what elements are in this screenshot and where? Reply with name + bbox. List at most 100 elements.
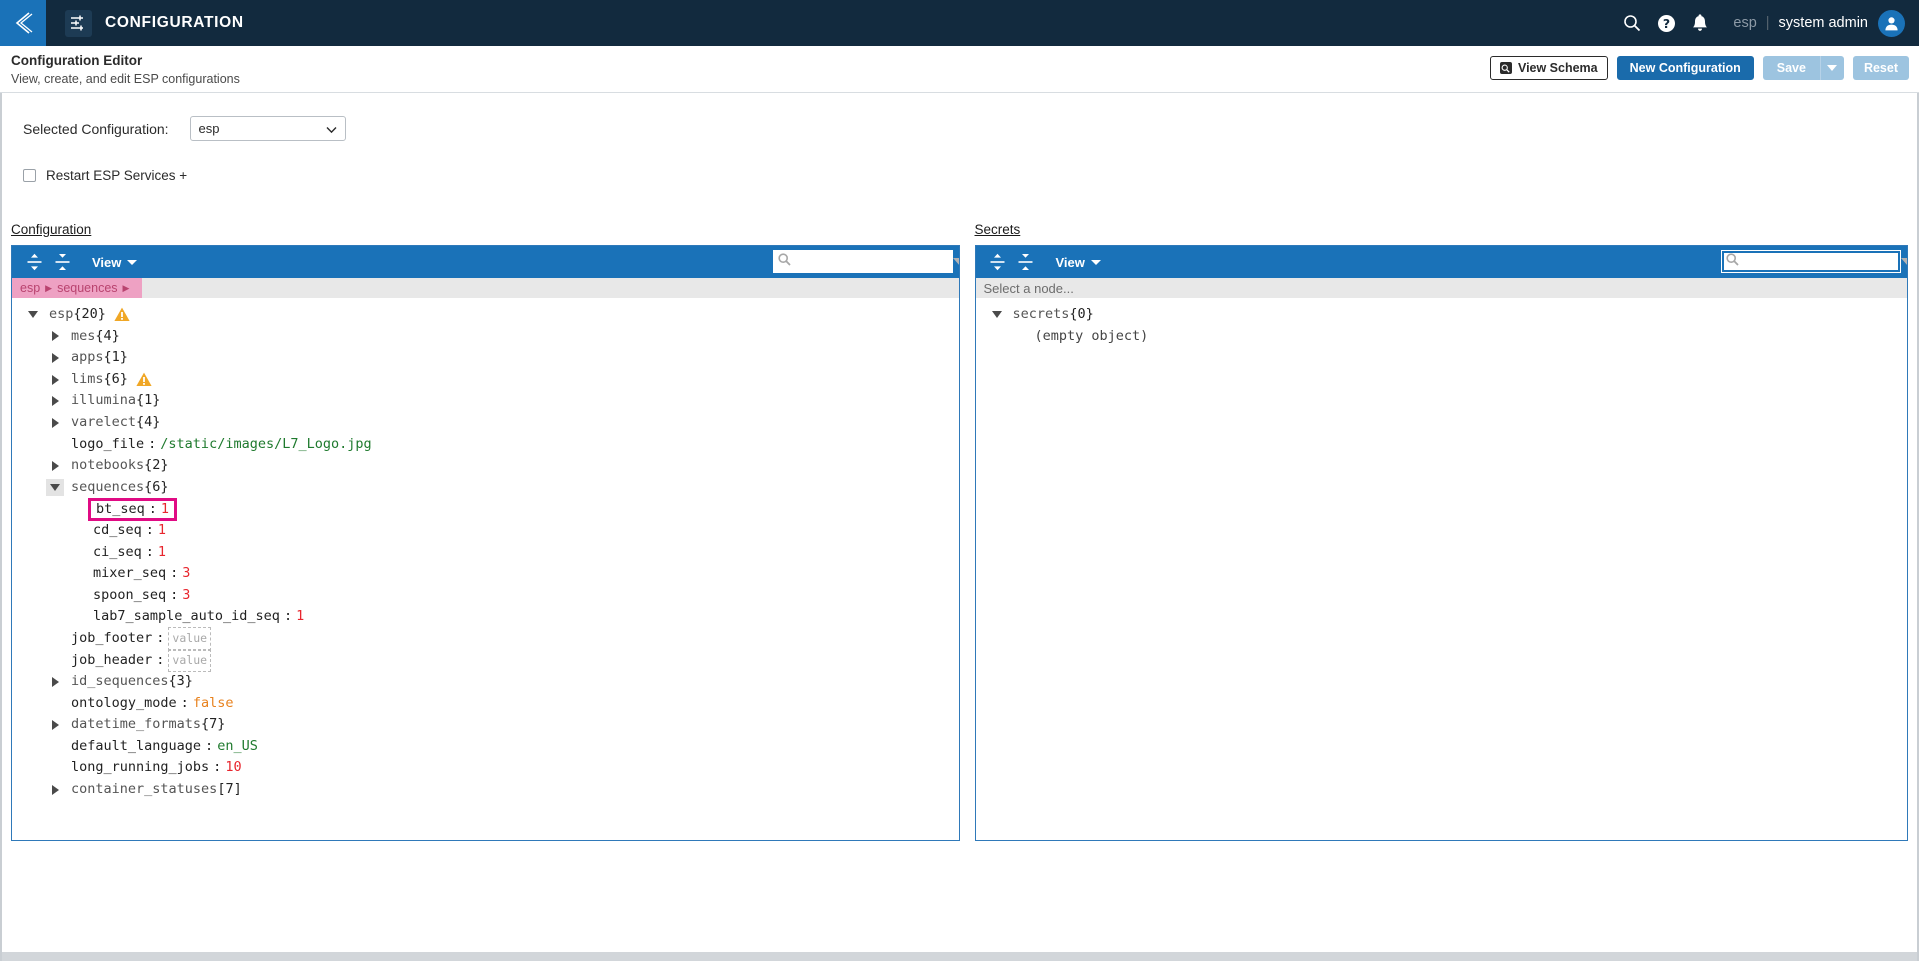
tree-expand-toggle[interactable]	[51, 417, 59, 428]
tree-node[interactable]: container_statuses [7]	[12, 779, 959, 801]
tree-node-value[interactable]: 3	[182, 563, 190, 585]
tree-collapse-toggle[interactable]	[28, 311, 38, 319]
tree-collapse-toggle[interactable]	[50, 484, 60, 492]
back-button[interactable]	[0, 0, 46, 46]
chevron-right-icon[interactable]	[46, 460, 64, 471]
tree-node-content[interactable]: (empty object)	[1035, 326, 1149, 348]
tree-node-value[interactable]: 3	[182, 585, 190, 607]
expand-all-icon[interactable]	[20, 249, 48, 275]
user-avatar-icon[interactable]	[1878, 9, 1905, 37]
restart-services-checkbox[interactable]	[23, 169, 36, 182]
tree-node-content[interactable]: apps {1}	[71, 347, 128, 369]
chevron-down-icon[interactable]	[46, 479, 64, 497]
view-schema-button[interactable]: View Schema	[1489, 56, 1608, 80]
tree-node-content[interactable]: spoon_seq:3	[93, 585, 190, 607]
tree-node[interactable]: sequences {6}	[12, 477, 959, 499]
tree-node-content[interactable]: sequences {6}	[71, 477, 169, 499]
user-name[interactable]: system admin	[1779, 15, 1868, 31]
tree-node-value[interactable]: value	[168, 626, 212, 651]
tree-node-content[interactable]: datetime_formats {7}	[71, 714, 225, 736]
configuration-search-input[interactable]	[793, 253, 953, 270]
restart-services-label[interactable]: Restart ESP Services +	[46, 168, 187, 183]
breadcrumb-item-esp[interactable]: esp	[20, 281, 40, 295]
chevron-right-icon[interactable]	[46, 784, 64, 795]
tree-collapse-toggle[interactable]	[991, 311, 1002, 319]
tree-node-value[interactable]: 1	[158, 542, 166, 564]
tree-expand-toggle[interactable]	[51, 352, 59, 363]
tree-node[interactable]: (empty object)	[976, 326, 1908, 348]
tree-expand-toggle[interactable]	[51, 720, 59, 731]
tree-expand-toggle[interactable]	[51, 374, 59, 385]
reset-button[interactable]: Reset	[1852, 56, 1909, 80]
tree-node[interactable]: lims {6}	[12, 369, 959, 391]
horizontal-scrollbar[interactable]	[2, 952, 1917, 961]
tree-expand-toggle[interactable]	[51, 676, 59, 687]
triangle-down-icon[interactable]	[952, 257, 959, 266]
tree-node-content[interactable]: bt_seq:1	[88, 497, 178, 521]
tree-node-value[interactable]: en_US	[217, 736, 258, 758]
chevron-right-icon[interactable]	[46, 720, 64, 731]
tree-node-content[interactable]: lab7_sample_auto_id_seq:1	[93, 606, 304, 628]
tree-node-content[interactable]: cd_seq:1	[93, 520, 166, 542]
triangle-down-icon[interactable]	[1901, 257, 1908, 266]
chevron-right-icon[interactable]	[46, 396, 64, 407]
chevron-down-icon[interactable]	[988, 311, 1006, 319]
configuration-view-menu[interactable]: View	[92, 255, 138, 270]
selected-configuration-select[interactable]: esp	[189, 116, 346, 141]
tree-node[interactable]: datetime_formats {7}	[12, 714, 959, 736]
tree-expand-toggle[interactable]	[51, 396, 59, 407]
tree-node[interactable]: default_language: en_US	[12, 736, 959, 758]
breadcrumb-path[interactable]: esp ▶ sequences ▶	[12, 278, 143, 298]
chevron-right-icon[interactable]	[46, 417, 64, 428]
secrets-panel-heading[interactable]: Secrets	[975, 222, 1021, 237]
configuration-search-box[interactable]	[772, 250, 959, 273]
save-split-button[interactable]: Save	[1762, 56, 1844, 80]
help-circle-icon[interactable]: ?	[1649, 0, 1683, 46]
tree-node-content[interactable]: secrets {0}	[1013, 304, 1094, 326]
tree-node-value[interactable]: /static/images/L7_Logo.jpg	[160, 434, 371, 456]
new-configuration-button[interactable]: New Configuration	[1616, 56, 1754, 80]
tree-node-content[interactable]: mes {4}	[71, 326, 120, 348]
tree-node-content[interactable]: illumina {1}	[71, 390, 160, 412]
configuration-panel-heading[interactable]: Configuration	[11, 222, 91, 237]
tree-node[interactable]: id_sequences {3}	[12, 671, 959, 693]
tree-node[interactable]: varelect {4}	[12, 412, 959, 434]
save-dropdown-button[interactable]	[1819, 56, 1844, 80]
tree-node-value[interactable]: 1	[296, 606, 304, 628]
tree-node[interactable]: notebooks {2}	[12, 455, 959, 477]
tree-node[interactable]: bt_seq:1	[12, 497, 959, 521]
tree-node[interactable]: job_footer: value	[12, 626, 959, 651]
tree-expand-toggle[interactable]	[51, 460, 59, 471]
tree-node[interactable]: ci_seq:1	[12, 542, 959, 564]
tree-node[interactable]: mes {4}	[12, 326, 959, 348]
tree-node-content[interactable]: lims {6}	[71, 369, 128, 391]
breadcrumb-item-sequences[interactable]: sequences	[57, 281, 117, 295]
secrets-view-menu[interactable]: View	[1056, 255, 1101, 270]
tree-node-content[interactable]: job_footer: value	[71, 626, 212, 651]
collapse-all-icon[interactable]	[1012, 249, 1040, 275]
tree-node[interactable]: logo_file:/static/images/L7_Logo.jpg	[12, 434, 959, 456]
chevron-down-icon[interactable]	[24, 311, 42, 319]
chevron-right-icon[interactable]	[46, 374, 64, 385]
tree-node-content[interactable]: notebooks {2}	[71, 455, 169, 477]
bell-icon[interactable]	[1683, 0, 1717, 46]
collapse-all-icon[interactable]	[48, 249, 76, 275]
tree-node-content[interactable]: long_running_jobs:10	[71, 757, 242, 779]
chevron-right-icon[interactable]	[46, 331, 64, 342]
tree-node-content[interactable]: mixer_seq:3	[93, 563, 190, 585]
tree-node[interactable]: spoon_seq:3	[12, 585, 959, 607]
tree-node-content[interactable]: esp {20}	[49, 304, 106, 326]
tree-node[interactable]: esp {20}	[12, 304, 959, 326]
tree-node-content[interactable]: job_header: value	[71, 648, 212, 673]
tree-node-content[interactable]: varelect {4}	[71, 412, 160, 434]
save-button[interactable]: Save	[1762, 56, 1820, 80]
tree-node[interactable]: apps {1}	[12, 347, 959, 369]
tree-expand-toggle[interactable]	[51, 784, 59, 795]
tree-node-content[interactable]: ontology_mode: false	[71, 693, 233, 715]
tree-node[interactable]: ontology_mode: false	[12, 693, 959, 715]
tree-node[interactable]: job_header: value	[12, 648, 959, 673]
tree-node-value[interactable]: 10	[225, 757, 241, 779]
tree-node-content[interactable]: logo_file:/static/images/L7_Logo.jpg	[71, 434, 372, 456]
tree-node[interactable]: mixer_seq:3	[12, 563, 959, 585]
secrets-search-box[interactable]	[1721, 250, 1908, 273]
